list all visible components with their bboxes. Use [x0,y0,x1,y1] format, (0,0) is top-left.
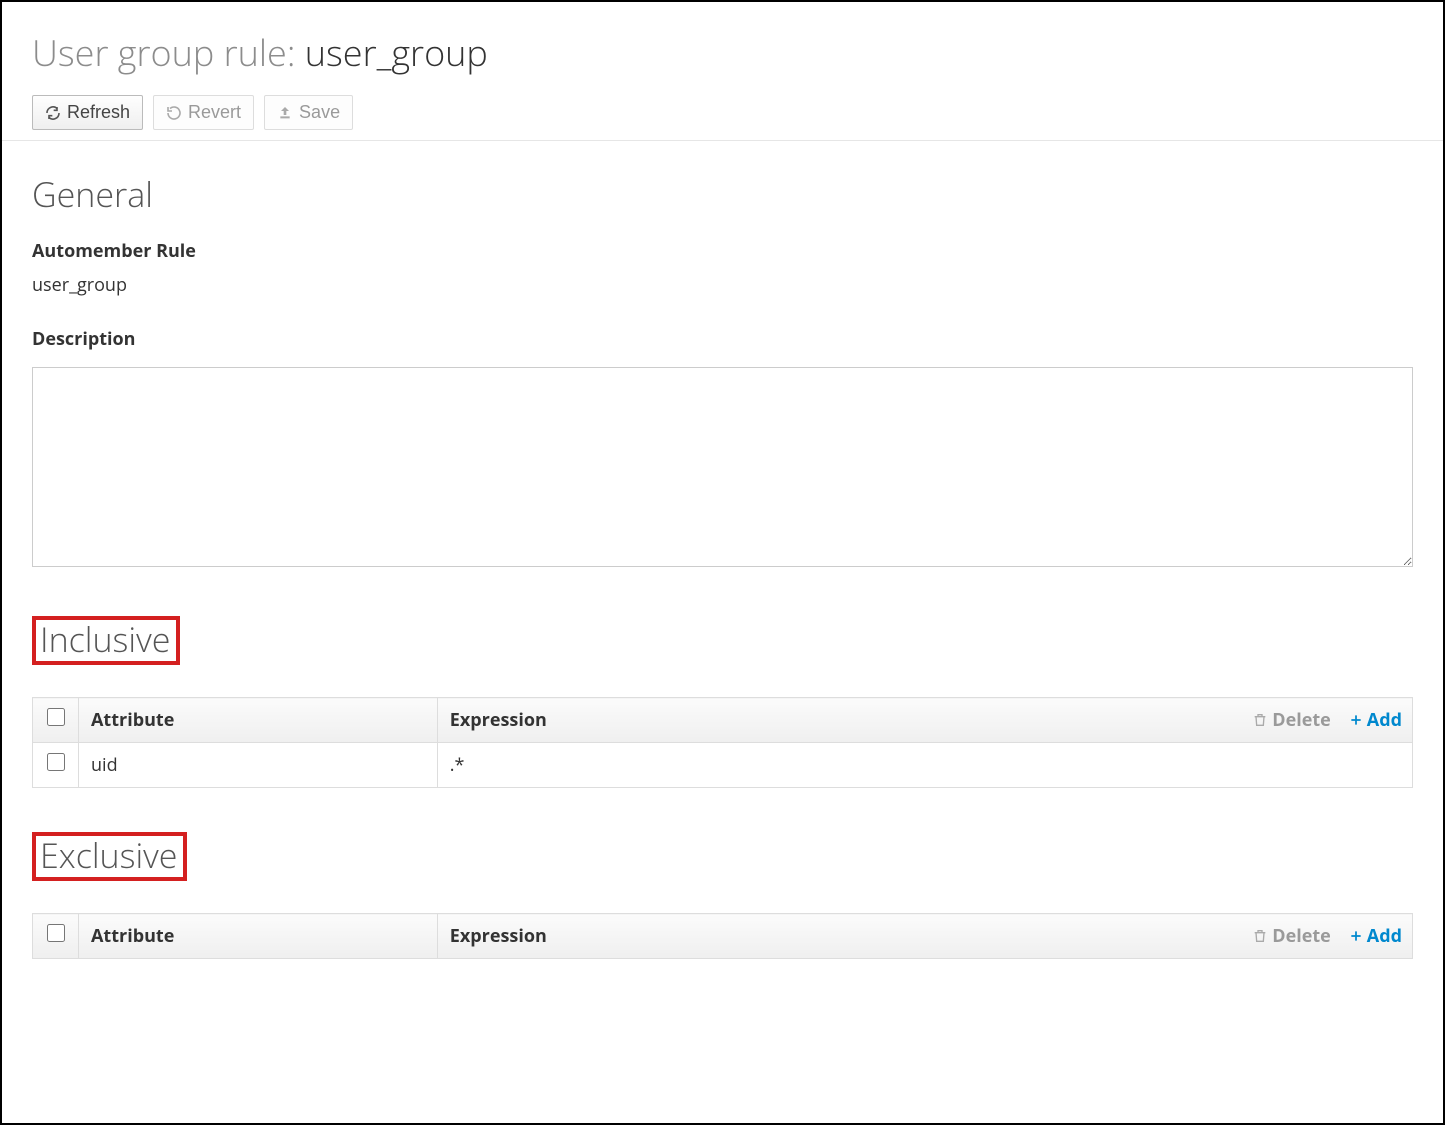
refresh-icon [45,105,61,121]
exclusive-select-all-checkbox[interactable] [47,924,65,942]
save-button[interactable]: Save [264,95,353,130]
plus-icon [1349,929,1363,943]
revert-button[interactable]: Revert [153,95,254,130]
inclusive-col-attribute: Attribute [79,698,438,743]
undo-icon [166,105,182,121]
automember-rule-label: Automember Rule [32,239,1413,263]
plus-icon [1349,713,1363,727]
page-title-prefix: User group rule: [32,28,305,77]
inclusive-table: Attribute Expression Delete [32,697,1413,788]
table-row: uid .* [33,743,1413,788]
action-toolbar: Refresh Revert Save [32,95,1413,130]
trash-icon [1252,928,1268,944]
description-label: Description [32,327,1413,351]
general-heading: General [32,171,1413,217]
upload-icon [277,105,293,121]
inclusive-row-attribute: uid [79,743,438,788]
exclusive-col-expression: Expression Delete Add [437,914,1412,959]
page-title-rule-name: user_group [305,28,488,77]
exclusive-table: Attribute Expression Delete [32,913,1413,959]
refresh-button[interactable]: Refresh [32,95,143,130]
inclusive-select-all-checkbox[interactable] [47,708,65,726]
automember-rule-value: user_group [32,273,1413,297]
inclusive-row-checkbox[interactable] [47,753,65,771]
inclusive-col-expression: Expression Delete Add [437,698,1412,743]
inclusive-delete-button[interactable]: Delete [1252,708,1331,732]
exclusive-col-attribute: Attribute [79,914,438,959]
exclusive-add-button[interactable]: Add [1349,924,1402,948]
inclusive-add-button[interactable]: Add [1349,708,1402,732]
exclusive-delete-button[interactable]: Delete [1252,924,1331,948]
description-input[interactable] [32,367,1413,567]
page-title: User group rule: user_group [32,28,1413,77]
exclusive-select-all-cell [33,914,79,959]
trash-icon [1252,712,1268,728]
inclusive-heading: Inclusive [32,616,180,665]
exclusive-heading: Exclusive [32,832,187,881]
inclusive-select-all-cell [33,698,79,743]
inclusive-row-expression: .* [437,743,1412,788]
